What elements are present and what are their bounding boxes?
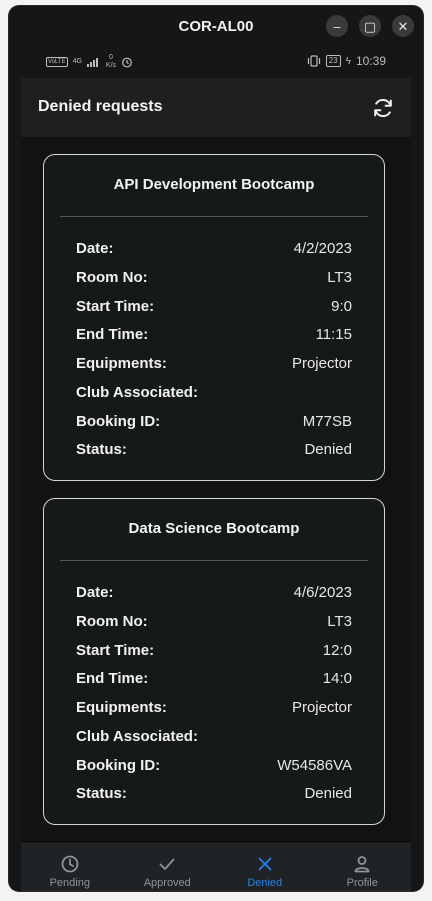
status-label: Status: (76, 440, 127, 458)
date-label: Date: (76, 583, 114, 601)
clock-icon (61, 855, 79, 873)
battery-level: 23 (325, 55, 341, 67)
date-row: Date: 4/6/2023 (76, 582, 352, 602)
status-label: Status: (76, 784, 127, 802)
booking-id-label: Booking ID: (76, 412, 161, 430)
club-label: Club Associated: (76, 727, 198, 745)
equipments-row: Equipments: Projector (76, 697, 352, 717)
page-title: Denied requests (38, 98, 163, 115)
equipments-value: Projector (291, 698, 352, 716)
bottom-nav: Pending Approved Denied Profile (21, 843, 411, 891)
booking-id-value: W54586VA (277, 756, 352, 774)
close-window-button[interactable]: ✕ (392, 15, 414, 37)
status-row: Status: Denied (76, 439, 352, 459)
end-time-row: End Time: 11:15 (76, 324, 352, 344)
end-time-row: End Time: 14:0 (76, 668, 352, 688)
status-value: Denied (304, 440, 352, 458)
booking-id-value: M77SB (302, 412, 352, 430)
club-row: Club Associated: (76, 382, 352, 402)
card-divider (60, 560, 368, 561)
request-title: Data Science Bootcamp (128, 520, 300, 537)
alarm-icon (122, 57, 132, 68)
room-label: Room No: (76, 612, 148, 630)
nav-item-denied[interactable]: Denied (216, 844, 314, 891)
check-icon (159, 858, 175, 870)
start-time-value: 9:0 (331, 297, 352, 315)
window-title: COR-AL00 (178, 17, 254, 35)
charging-icon: ϟ (345, 55, 351, 67)
card-divider (60, 216, 368, 217)
requests-list[interactable]: API Development Bootcamp Date: 4/2/2023 … (21, 137, 411, 834)
equipments-value: Projector (291, 354, 352, 372)
booking-id-row: Booking ID: M77SB (76, 411, 352, 431)
start-time-row: Start Time: 12:0 (76, 640, 352, 660)
room-label: Room No: (76, 268, 148, 286)
request-card[interactable]: Data Science Bootcamp Date: 4/6/2023 Roo… (43, 498, 385, 825)
club-row: Club Associated: (76, 726, 352, 746)
date-row: Date: 4/2/2023 (76, 238, 352, 258)
nav-item-approved[interactable]: Approved (119, 844, 217, 891)
end-time-label: End Time: (76, 325, 149, 343)
net-speed-unit: K/s (105, 62, 117, 69)
booking-id-label: Booking ID: (76, 756, 161, 774)
club-label: Club Associated: (76, 383, 198, 401)
status-row: Status: Denied (76, 783, 352, 803)
signal-icon (86, 58, 98, 67)
equipments-label: Equipments: (76, 698, 167, 716)
date-value: 4/2/2023 (293, 239, 352, 257)
app-window: COR-AL00 – ▢ ✕ VoLTE 4G 0 K/s 23 ϟ 10:39… (9, 6, 423, 891)
end-time-value: 14:0 (322, 669, 352, 687)
start-time-label: Start Time: (76, 641, 155, 659)
app-bar: Denied requests (21, 78, 411, 137)
net-speed-value: 0 (109, 54, 113, 61)
end-time-value: 11:15 (315, 325, 352, 343)
net-speed: 0 K/s (106, 54, 116, 70)
nav-item-profile[interactable]: Profile (314, 844, 412, 891)
nav-label: Denied (247, 877, 283, 889)
volte-indicator: VoLTE (46, 57, 68, 67)
request-title: API Development Bootcamp (113, 176, 315, 193)
date-value: 4/6/2023 (293, 583, 352, 601)
nav-label: Approved (143, 877, 191, 889)
request-card[interactable]: API Development Bootcamp Date: 4/2/2023 … (43, 154, 385, 481)
app-frame: Denied requests API Development Bootcamp… (21, 78, 411, 891)
end-time-label: End Time: (76, 669, 149, 687)
status-value: Denied (304, 784, 352, 802)
room-value: LT3 (327, 612, 352, 630)
start-time-value: 12:0 (322, 641, 352, 659)
booking-id-row: Booking ID: W54586VA (76, 755, 352, 775)
refresh-icon[interactable] (371, 96, 395, 120)
maximize-button[interactable]: ▢ (359, 15, 381, 37)
room-row: Room No: LT3 (76, 267, 352, 287)
room-value: LT3 (327, 268, 352, 286)
clock-time: 10:39 (355, 54, 386, 68)
person-icon (354, 856, 370, 873)
close-icon (258, 857, 272, 871)
room-row: Room No: LT3 (76, 611, 352, 631)
nav-item-pending[interactable]: Pending (21, 844, 119, 891)
start-time-row: Start Time: 9:0 (76, 296, 352, 316)
network-type: 4G (72, 58, 82, 65)
nav-label: Profile (346, 877, 378, 889)
minimize-button[interactable]: – (326, 15, 348, 37)
vibrate-icon (307, 55, 320, 67)
nav-label: Pending (49, 877, 90, 889)
date-label: Date: (76, 239, 114, 257)
start-time-label: Start Time: (76, 297, 155, 315)
equipments-row: Equipments: Projector (76, 353, 352, 373)
phone-status-bar: VoLTE 4G 0 K/s 23 ϟ 10:39 (9, 50, 423, 74)
equipments-label: Equipments: (76, 354, 167, 372)
